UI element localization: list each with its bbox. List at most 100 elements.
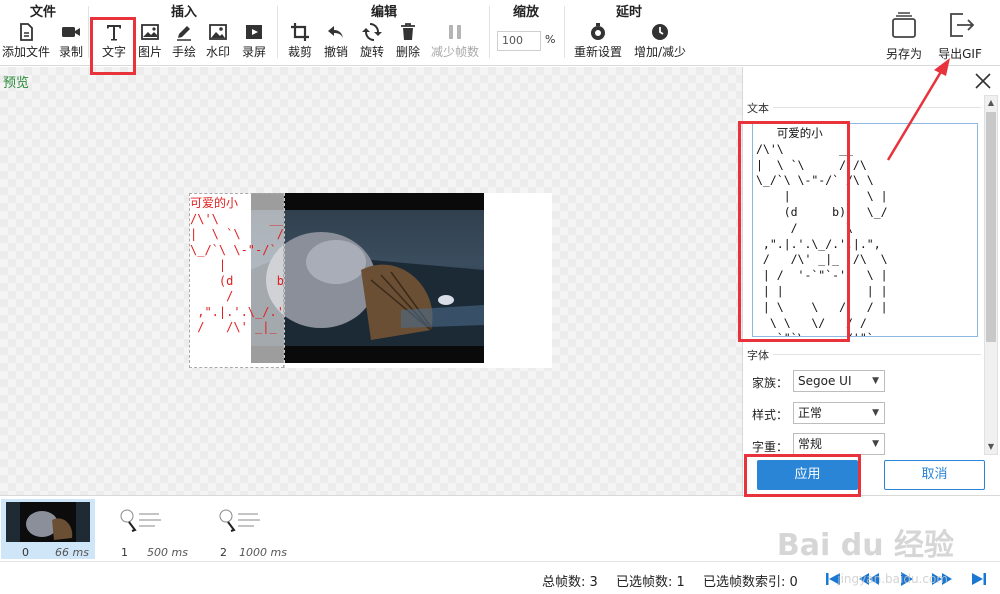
text-overlay-box[interactable]: 可爱的小 /\'\ __ | \ `\ /`/\ \_/`\ \-"-/` /\…	[189, 193, 284, 368]
crop-label: 裁剪	[287, 45, 312, 59]
pencil-icon	[177, 26, 191, 41]
total-frames-text: 总帧数: 3	[542, 575, 598, 590]
group-delay: 延时 重新设置 增加/减少	[566, 0, 692, 66]
font-weight-value: 常规	[798, 437, 823, 451]
watermark-button[interactable]: 水印	[202, 22, 234, 64]
cancel-button[interactable]: 取消	[884, 460, 985, 490]
chevron-down-icon: ▼	[872, 408, 879, 418]
font-weight-select[interactable]: 常规 ▼	[793, 433, 885, 455]
video-scene-drawing	[251, 232, 484, 346]
group-title-zoom: 缩放	[512, 5, 539, 20]
image-label: 图片	[137, 45, 162, 59]
play-screen-icon	[246, 25, 262, 39]
group-file: 文件 添加文件 录制	[0, 0, 86, 66]
group-edit: 编辑 裁剪 撤销 旋转 删除 减少帧数	[281, 0, 487, 66]
separator	[277, 6, 278, 58]
baidu-watermark: Bai du 经验	[776, 528, 954, 563]
preview-label: 预览	[3, 76, 30, 91]
text-button[interactable]: 文字	[96, 22, 132, 64]
text-settings-panel: 文本 可爱的小 /\'\ __ | \ `\ /`/\ \_/`\ \-"-/`…	[742, 67, 1000, 495]
font-family-value: Segoe UI	[798, 374, 852, 388]
family-label: 家族：	[752, 376, 789, 390]
frame-preview-image	[6, 502, 90, 542]
group-title-file: 文件	[29, 5, 56, 20]
close-icon[interactable]	[974, 72, 992, 90]
frame-thumbnail[interactable]: 2 1000 ms	[199, 499, 293, 559]
baidu-watermark-url: jingyan.baidu.com	[837, 572, 948, 586]
export-icon	[950, 13, 975, 37]
video-scene-image	[251, 210, 484, 346]
record-button[interactable]: 录制	[55, 22, 87, 64]
red-arrow-icon	[886, 58, 950, 161]
screen-record-button[interactable]: 录屏	[238, 22, 270, 64]
ribbon-toolbar: 文件 添加文件 录制 插入 文字 图片 手绘 水印 录屏 编辑 裁剪 撤销 旋转…	[0, 0, 1000, 66]
add-reduce-delay-label: 增加/减少	[633, 45, 687, 59]
section-divider	[773, 354, 981, 355]
reset-delay-button[interactable]: 重新设置	[568, 22, 628, 64]
group-title-insert: 插入	[170, 5, 197, 20]
group-title-edit: 编辑	[370, 5, 397, 20]
frame-thumbnail[interactable]: 0 66 ms	[1, 499, 95, 559]
frame-preview-image	[105, 502, 189, 542]
undo-label: 撤销	[323, 45, 348, 59]
reset-delay-label: 重新设置	[573, 45, 622, 59]
undo-button[interactable]: 撤销	[319, 22, 353, 64]
style-label: 样式：	[752, 408, 789, 422]
reduce-frames-label: 减少帧数	[430, 45, 479, 59]
add-file-button[interactable]: 添加文件	[0, 22, 52, 64]
guide-line	[284, 193, 285, 368]
font-section-title: 字体	[747, 349, 769, 362]
image-icon	[141, 24, 159, 40]
chevron-down-icon: ▼	[872, 439, 879, 449]
screen-record-label: 录屏	[241, 45, 266, 59]
save-stack-icon	[892, 12, 916, 38]
frame-duration: 66 ms	[55, 546, 89, 559]
zoom-input[interactable]: 100	[497, 31, 541, 51]
frame-preview-drawing	[20, 502, 76, 542]
separator	[564, 6, 565, 58]
last-frame-icon[interactable]	[970, 570, 988, 588]
selected-frames-text: 已选帧数: 1	[616, 575, 685, 590]
draw-label: 手绘	[171, 45, 196, 59]
scroll-down-icon[interactable]: ▼	[985, 440, 997, 454]
clock-icon	[652, 24, 668, 40]
add-reduce-delay-button[interactable]: 增加/减少	[630, 22, 690, 64]
chevron-down-icon: ▼	[872, 376, 879, 386]
frame-index: 2	[220, 546, 227, 559]
delete-label: 删除	[395, 45, 420, 59]
overlay-ascii-text: 可爱的小 /\'\ __ | \ `\ /`/\ \_/`\ \-"-/` /\…	[190, 196, 284, 334]
trash-icon	[401, 23, 415, 40]
panel-scrollbar[interactable]: ▲ ▼	[984, 95, 998, 455]
reset-clock-icon	[591, 23, 605, 40]
reduce-frames-icon	[449, 25, 461, 39]
rotate-button[interactable]: 旋转	[355, 22, 389, 64]
crop-button[interactable]: 裁剪	[283, 22, 317, 64]
add-file-label: 添加文件	[1, 45, 50, 59]
frame-preview-drawing	[120, 509, 161, 532]
text-t-icon	[107, 25, 121, 41]
frame-preview-image	[204, 502, 288, 542]
weight-label: 字重：	[752, 440, 789, 454]
text-label: 文字	[101, 45, 126, 59]
font-family-select[interactable]: Segoe UI ▼	[793, 370, 885, 392]
file-icon	[20, 23, 33, 41]
scrollbar-thumb[interactable]	[986, 112, 996, 342]
watermark-image-icon	[209, 24, 227, 40]
delete-button[interactable]: 删除	[391, 22, 425, 64]
image-button[interactable]: 图片	[134, 22, 166, 64]
preview-area: 预览 可爱的小 /\'\ __ | \ `\ /`/\ \_/`\ \-"-/`…	[0, 67, 742, 495]
draw-button[interactable]: 手绘	[168, 22, 200, 64]
scroll-up-icon[interactable]: ▲	[985, 96, 997, 110]
frame-thumbnail[interactable]: 1 500 ms	[100, 499, 194, 559]
preview-canvas[interactable]: 可爱的小 /\'\ __ | \ `\ /`/\ \_/`\ \-"-/` /\…	[189, 193, 552, 368]
text-section-title: 文本	[747, 102, 769, 115]
frame-duration: 500 ms	[147, 546, 188, 559]
undo-arrow-icon	[328, 26, 343, 38]
record-label: 录制	[58, 45, 83, 59]
apply-button[interactable]: 应用	[757, 460, 858, 490]
group-insert: 插入 文字 图片 手绘 水印 录屏	[92, 0, 276, 66]
zoom-percent-label: %	[545, 33, 556, 46]
font-style-select[interactable]: 正常 ▼	[793, 402, 885, 424]
reduce-frames-button[interactable]: 减少帧数	[427, 22, 483, 64]
separator	[88, 6, 89, 58]
